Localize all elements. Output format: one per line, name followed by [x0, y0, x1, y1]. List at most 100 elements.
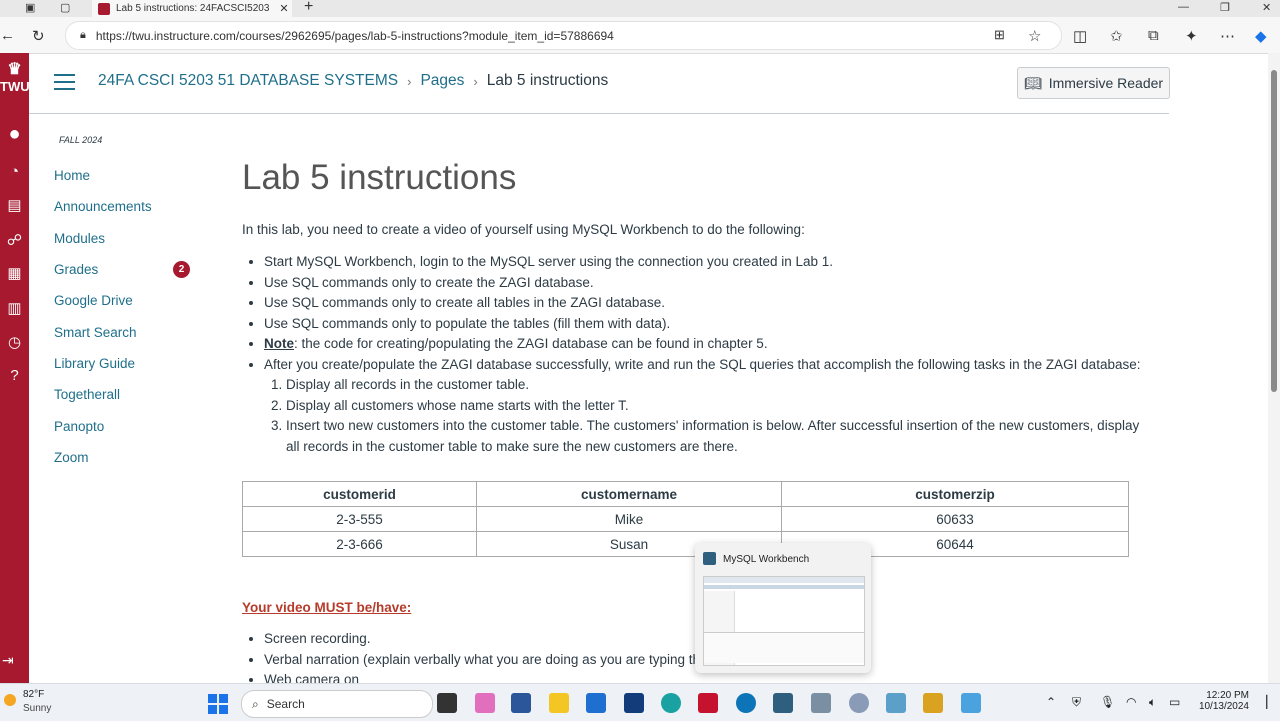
course-nav-google-drive[interactable]: Google Drive: [54, 285, 190, 316]
file-explorer-icon[interactable]: [549, 693, 569, 713]
volume-icon[interactable]: 🔈︎: [1149, 695, 1156, 710]
column-header: customerzip: [781, 481, 1129, 507]
app-circle-icon[interactable]: [736, 693, 756, 713]
courses-icon[interactable]: ▤: [0, 196, 29, 214]
mysql-workbench-taskbar-icon[interactable]: [773, 693, 793, 713]
header-divider: [29, 113, 1169, 114]
address-bar-row: ← ↻ 🔒︎ https://twu.instructure.com/cours…: [0, 17, 1280, 54]
close-window-icon[interactable]: ✕: [1262, 1, 1271, 14]
edge-icon[interactable]: [661, 693, 681, 713]
extensions-icon[interactable]: ✦: [1185, 27, 1198, 45]
customer-table: customerid customername customerzip 2-3-…: [242, 481, 1129, 557]
video-requirements-heading: Your video MUST be/have:: [242, 600, 412, 615]
refresh-icon[interactable]: ↻: [32, 27, 45, 45]
store-icon[interactable]: [586, 693, 606, 713]
url-field[interactable]: 🔒︎ https://twu.instructure.com/courses/2…: [65, 21, 1062, 50]
more-menu-icon[interactable]: ⋯: [1220, 27, 1235, 45]
breadcrumb-pages[interactable]: Pages: [420, 72, 464, 90]
weather-sun-icon[interactable]: [4, 694, 16, 706]
new-tab-icon[interactable]: +: [304, 0, 313, 16]
browser-tab-bar: ▣ ▢ Lab 5 instructions: 24FACSCI5203 ✕ +…: [0, 0, 1280, 17]
tray-chevron-icon[interactable]: ⌃: [1046, 695, 1056, 709]
scrollbar-thumb[interactable]: [1271, 70, 1277, 392]
app-house-icon[interactable]: [923, 693, 943, 713]
calendar-icon[interactable]: ▦: [0, 264, 29, 282]
list-item: After you create/populate the ZAGI datab…: [264, 355, 1144, 458]
breadcrumb-course[interactable]: 24FA CSCI 5203 51 DATABASE SYSTEMS: [98, 72, 398, 90]
app-window-icon[interactable]: [886, 693, 906, 713]
minimize-icon[interactable]: —: [1178, 1, 1189, 13]
app-available-icon[interactable]: ⊞: [994, 27, 1005, 43]
taskbar-search[interactable]: ⌕ Search: [241, 690, 433, 718]
collapse-nav-icon[interactable]: ⇥: [2, 652, 14, 669]
groups-icon[interactable]: ☍: [0, 231, 29, 249]
course-nav-label: Home: [54, 168, 91, 184]
copilot-app-icon[interactable]: [475, 693, 495, 713]
security-tray-icon[interactable]: ⛨: [1072, 695, 1081, 710]
copilot-icon[interactable]: ◆: [1255, 27, 1267, 45]
collections-icon[interactable]: ⧉: [1148, 27, 1159, 44]
immersive-reader-label: Immersive Reader: [1048, 75, 1164, 91]
url-text: https://twu.instructure.com/courses/2962…: [95, 28, 614, 43]
course-nav-grades[interactable]: Grades 2: [54, 254, 190, 285]
course-nav-announcements[interactable]: Announcements: [54, 191, 190, 222]
notifications-icon[interactable]: ▕: [1258, 695, 1267, 709]
wifi-icon[interactable]: ◠: [1126, 695, 1136, 709]
notepad-icon[interactable]: [961, 693, 981, 713]
course-nav-home[interactable]: Home: [54, 160, 190, 191]
tab-actions-icon[interactable]: ▢: [60, 1, 70, 14]
course-nav-panopto[interactable]: Panopto: [54, 410, 190, 441]
word-icon[interactable]: [511, 693, 531, 713]
snipping-tool-icon[interactable]: [811, 693, 831, 713]
help-icon[interactable]: ?: [0, 367, 29, 384]
history-icon[interactable]: ◷: [0, 333, 29, 351]
taskbar-preview-popup[interactable]: MySQL Workbench: [695, 543, 871, 673]
course-nav-zoom[interactable]: Zoom: [54, 442, 190, 473]
immersive-reader-button[interactable]: 📖︎ Immersive Reader: [1017, 67, 1170, 99]
note-label: Note: [264, 336, 294, 351]
back-icon[interactable]: ←: [0, 27, 15, 44]
dashboard-icon[interactable]: ◔: [0, 163, 29, 180]
course-menu-toggle[interactable]: [54, 74, 75, 90]
browser-tab-active[interactable]: Lab 5 instructions: 24FACSCI5203 ✕: [92, 0, 292, 17]
windows-taskbar: 82°F Sunny ⌕ Search ⌃ ⛨ 🎙︎ ◠ 🔈︎ ▭ 12:20 …: [0, 683, 1280, 721]
course-nav-library-guide[interactable]: Library Guide: [54, 348, 190, 379]
table-cell: 60633: [781, 506, 1129, 532]
logo-text: TWU: [0, 79, 30, 94]
mcafee-icon[interactable]: [698, 693, 718, 713]
favorites-icon[interactable]: ✩: [1110, 27, 1123, 45]
lync-icon[interactable]: [624, 693, 644, 713]
immersive-reader-icon: 📖︎: [1023, 74, 1042, 91]
start-button[interactable]: [208, 694, 228, 714]
split-screen-icon[interactable]: ◫: [1073, 27, 1087, 45]
weather-condition[interactable]: Sunny: [23, 703, 51, 714]
task-view-icon[interactable]: [437, 693, 457, 713]
course-nav-togetherall[interactable]: Togetherall: [54, 379, 190, 410]
tasks-list: Display all records in the customer tabl…: [264, 375, 1144, 457]
restore-icon[interactable]: ❐: [1220, 1, 1230, 14]
weather-temperature[interactable]: 82°F: [23, 689, 44, 700]
microphone-icon[interactable]: 🎙︎: [1100, 695, 1115, 709]
window-thumbnail[interactable]: [703, 576, 865, 666]
twu-logo[interactable]: ♛ TWU: [0, 59, 30, 94]
account-icon[interactable]: ●: [0, 123, 29, 146]
course-nav-modules[interactable]: Modules: [54, 223, 190, 254]
system-clock[interactable]: 12:20 PM 10/13/2024: [1195, 690, 1249, 712]
list-item: Note: the code for creating/populating t…: [264, 334, 1144, 355]
course-nav-smart-search[interactable]: Smart Search: [54, 316, 190, 347]
breadcrumb-separator-icon: ›: [473, 73, 478, 89]
favorites-star-icon[interactable]: ☆: [1028, 27, 1041, 45]
mysql-workbench-icon: [703, 552, 716, 565]
course-nav-label: Zoom: [54, 449, 89, 465]
r-app-icon[interactable]: [849, 693, 869, 713]
column-header: customerid: [242, 481, 477, 507]
table-cell: 2-3-555: [242, 506, 477, 532]
tab-close-icon[interactable]: ✕: [276, 2, 292, 15]
battery-icon[interactable]: ▭: [1169, 695, 1180, 709]
inbox-icon[interactable]: ▥: [0, 299, 29, 317]
course-nav-label: Modules: [54, 230, 106, 246]
course-nav-label: Smart Search: [54, 324, 137, 340]
workspaces-icon[interactable]: ▣: [25, 1, 35, 14]
search-placeholder: Search: [266, 697, 305, 711]
term-label: FALL 2024: [59, 135, 103, 145]
